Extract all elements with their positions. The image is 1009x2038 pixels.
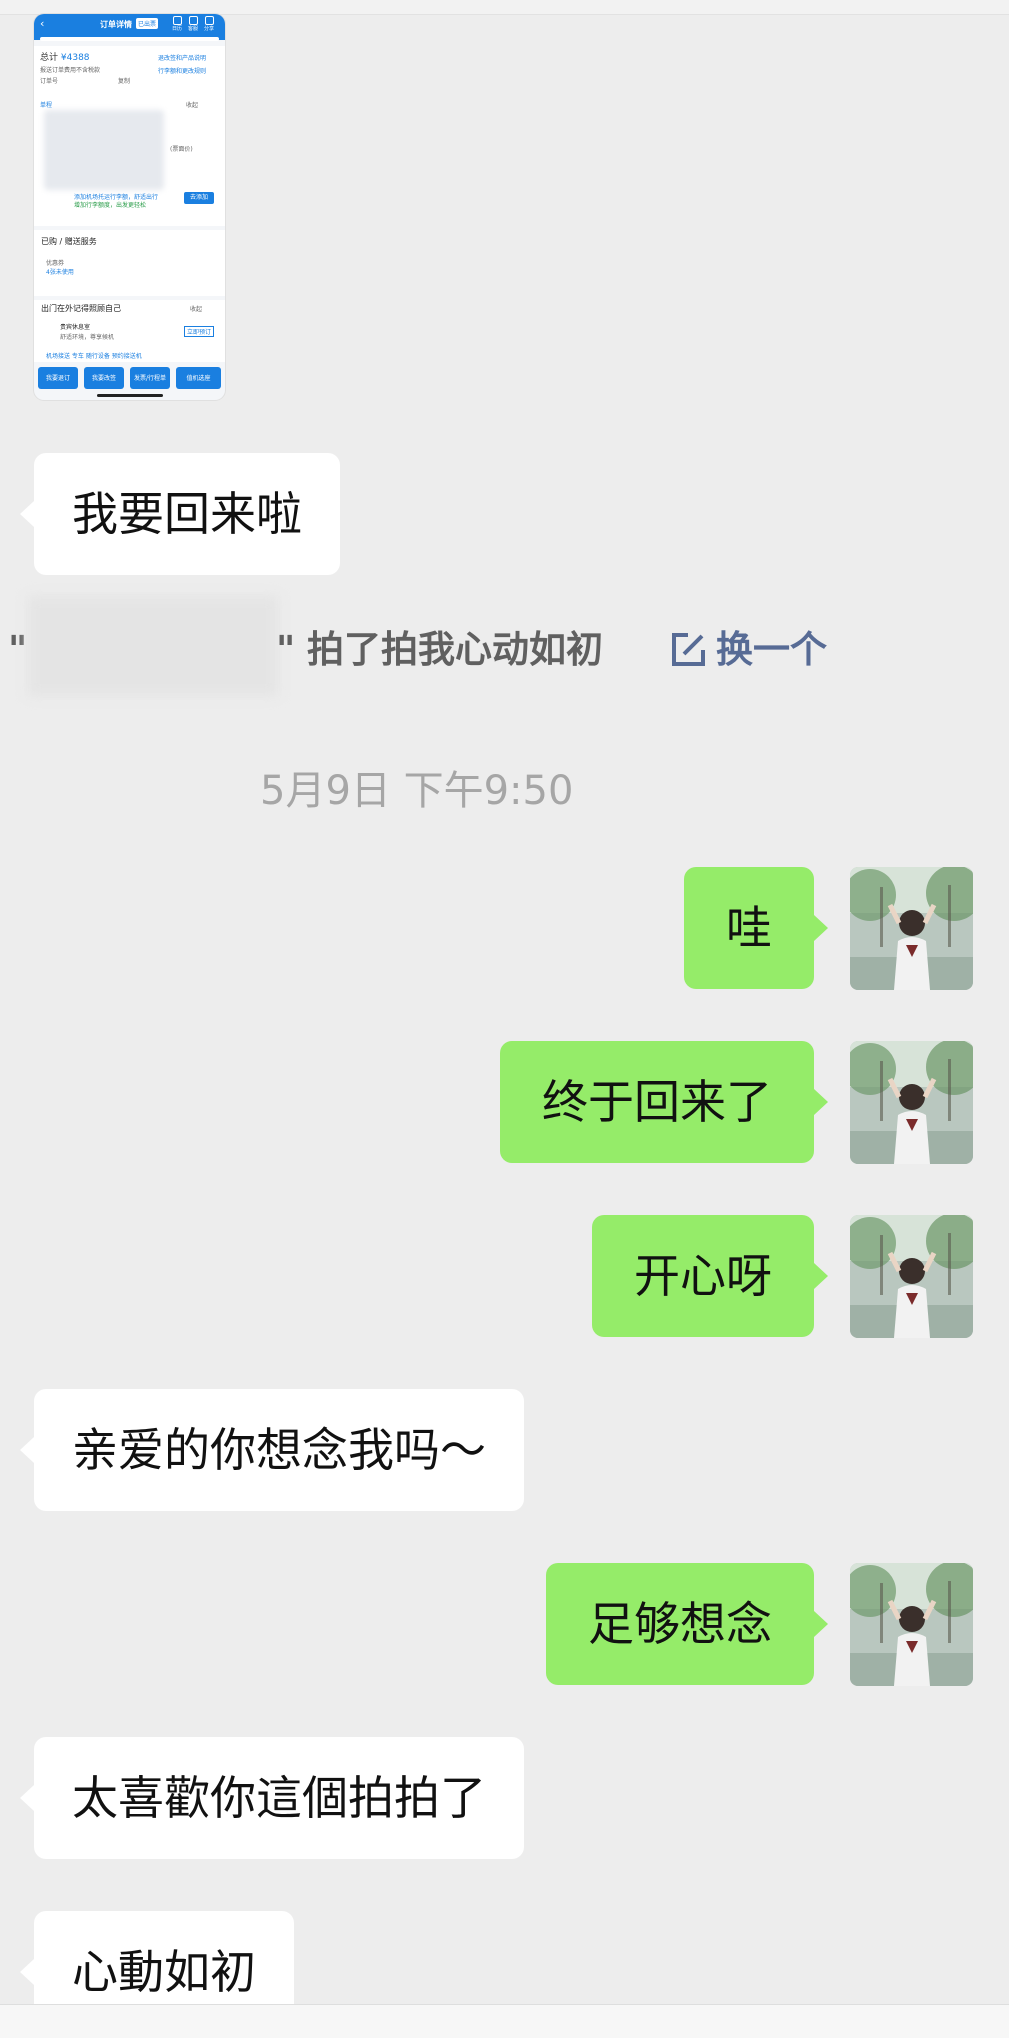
thumb-care-title: 出门在外记得照顾自己 <box>41 304 121 313</box>
pat-notice-text: 拍了拍我心动如初 <box>307 628 603 671</box>
thumb-status-badge: 已出票 <box>136 18 159 29</box>
thumb-order-no: 订单号 <box>40 78 59 85</box>
thumb-home-indicator <box>97 394 163 397</box>
avatar[interactable] <box>850 1215 973 1338</box>
edit-icon <box>672 633 705 666</box>
service-icon: 客服 <box>186 16 200 32</box>
avatar[interactable] <box>850 867 973 990</box>
thumb-collapse: 收起 <box>186 102 199 109</box>
thumb-coupon-sub: 4张未使用 <box>46 269 74 276</box>
thumb-change-button: 我要改签 <box>84 367 124 389</box>
shared-screenshot-image[interactable]: ‹ 订单详情 已出票 日历 客服 分享 总计 ¥4388 退改签和产品说明 报送… <box>34 14 225 400</box>
thumb-coupon: 优惠券 <box>46 260 65 267</box>
avatar[interactable] <box>850 1563 973 1686</box>
thumb-invoice-button: 发票/行程单 <box>130 367 170 389</box>
timestamp: 5月9日 下午9:50 <box>260 768 574 814</box>
message-bubble-outgoing[interactable]: 开心呀 <box>592 1215 828 1337</box>
pat-change-label: 换一个 <box>716 628 827 671</box>
redacted-name <box>28 596 278 696</box>
bottom-edge <box>0 2004 1009 2038</box>
pat-quote-open: " <box>8 628 28 671</box>
thumb-care-items: 机场接送 专车 随行设备 预约接送机 <box>46 353 142 360</box>
message-bubble-incoming[interactable]: 亲爱的你想念我吗～ <box>20 1389 524 1511</box>
thumb-order-note: 报送订单费用不含税款 <box>40 67 101 74</box>
thumb-total: 总计 ¥4388 <box>40 53 90 63</box>
thumb-checkin-button: 值机选座 <box>176 367 221 389</box>
message-bubble-incoming[interactable]: 我要回来啦 <box>20 453 340 575</box>
back-icon: ‹ <box>40 17 45 30</box>
thumb-lounge: 贵宾休息室 <box>60 324 91 331</box>
thumb-add-promo-sub: 增加行李额度，出发更轻松 <box>74 202 147 209</box>
pat-change-link[interactable]: 换一个 <box>668 620 827 680</box>
thumb-book-button: 立即预订 <box>184 326 215 337</box>
top-edge <box>0 0 1009 15</box>
share-icon: 分享 <box>202 16 216 32</box>
thumb-refund-link: 退改签和产品说明 <box>158 55 207 62</box>
pat-quote-close: " <box>276 628 296 671</box>
avatar[interactable] <box>850 1041 973 1164</box>
thumb-baggage-link: 行李额和更改规则 <box>158 68 207 75</box>
thumb-copy: 复制 <box>118 78 131 85</box>
message-bubble-incoming[interactable]: 太喜歡你這個拍拍了 <box>20 1737 524 1859</box>
thumb-refund-button: 我要退订 <box>38 367 78 389</box>
thumb-title: 订单详情 <box>100 20 132 29</box>
thumb-add-button: 去添加 <box>184 192 214 204</box>
thumb-bought-title: 已购 / 赠送服务 <box>41 237 97 246</box>
thumb-lounge-sub: 舒适环境，尊享候机 <box>60 334 115 341</box>
message-bubble-outgoing[interactable]: 终于回来了 <box>500 1041 828 1163</box>
thumb-care-collapse: 收起 <box>190 306 203 313</box>
thumb-price-note: (票面价) <box>170 146 193 153</box>
calendar-icon: 日历 <box>170 16 184 32</box>
thumb-redacted-block <box>44 110 164 190</box>
message-bubble-outgoing[interactable]: 哇 <box>684 867 828 989</box>
thumb-section-tag: 单程 <box>40 102 53 109</box>
message-bubble-outgoing[interactable]: 足够想念 <box>546 1563 828 1685</box>
thumb-progress-bar <box>40 37 219 41</box>
